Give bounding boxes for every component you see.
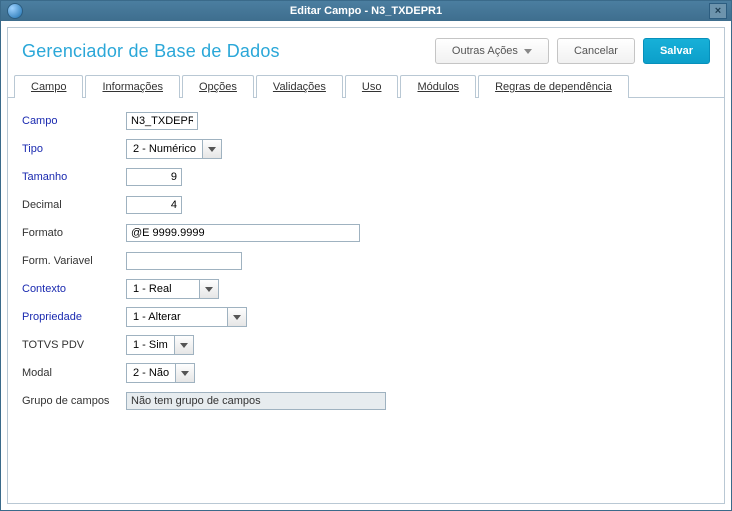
form-area: Campo Tipo 2 - Numérico Tamanho [8, 98, 724, 503]
close-button[interactable]: × [709, 3, 727, 19]
tab-uso[interactable]: Uso [345, 75, 399, 98]
tab-informacoes[interactable]: Informações [85, 75, 180, 98]
cancel-label: Cancelar [574, 45, 618, 57]
chevron-down-icon [199, 280, 218, 298]
save-button[interactable]: Salvar [643, 38, 710, 64]
tab-campo[interactable]: Campo [14, 75, 83, 98]
content-area: Gerenciador de Base de Dados Outras Açõe… [1, 21, 731, 510]
label-propriedade: Propriedade [22, 311, 126, 323]
chevron-down-icon [175, 364, 194, 382]
chevron-down-icon [524, 49, 532, 54]
modal-select[interactable]: 2 - Não [126, 363, 195, 383]
form-variavel-input[interactable] [126, 252, 242, 270]
tipo-select[interactable]: 2 - Numérico [126, 139, 222, 159]
tab-regras[interactable]: Regras de dependência [478, 75, 629, 98]
tipo-value: 2 - Numérico [127, 140, 202, 158]
grupo-input [126, 392, 386, 410]
label-form-variavel: Form. Variavel [22, 255, 126, 267]
cancel-button[interactable]: Cancelar [557, 38, 635, 64]
contexto-value: 1 - Real [127, 280, 199, 298]
formato-input[interactable] [126, 224, 360, 242]
label-tipo: Tipo [22, 143, 126, 155]
chevron-down-icon [227, 308, 246, 326]
label-campo: Campo [22, 115, 126, 127]
dialog-window: Editar Campo - N3_TXDEPR1 × Gerenciador … [0, 0, 732, 511]
tab-validacoes[interactable]: Validações [256, 75, 343, 98]
label-modal: Modal [22, 367, 126, 379]
label-decimal: Decimal [22, 199, 126, 211]
window-title: Editar Campo - N3_TXDEPR1 [1, 5, 731, 17]
label-totvs-pdv: TOTVS PDV [22, 339, 126, 351]
header-actions: Outras Ações Cancelar Salvar [435, 38, 710, 64]
tab-modulos[interactable]: Módulos [400, 75, 476, 98]
modal-value: 2 - Não [127, 364, 175, 382]
contexto-select[interactable]: 1 - Real [126, 279, 219, 299]
page-title: Gerenciador de Base de Dados [22, 41, 280, 62]
totvs-pdv-select[interactable]: 1 - Sim [126, 335, 194, 355]
header-row: Gerenciador de Base de Dados Outras Açõe… [8, 28, 724, 74]
propriedade-value: 1 - Alterar [127, 308, 227, 326]
label-tamanho: Tamanho [22, 171, 126, 183]
campo-input[interactable] [126, 112, 198, 130]
totvs-pdv-value: 1 - Sim [127, 336, 174, 354]
other-actions-label: Outras Ações [452, 45, 518, 57]
chevron-down-icon [174, 336, 193, 354]
tab-opcoes[interactable]: Opções [182, 75, 254, 98]
main-panel: Gerenciador de Base de Dados Outras Açõe… [7, 27, 725, 504]
decimal-input[interactable] [126, 196, 182, 214]
chevron-down-icon [202, 140, 221, 158]
other-actions-button[interactable]: Outras Ações [435, 38, 549, 64]
label-formato: Formato [22, 227, 126, 239]
label-contexto: Contexto [22, 283, 126, 295]
label-grupo: Grupo de campos [22, 395, 126, 407]
tamanho-input[interactable] [126, 168, 182, 186]
propriedade-select[interactable]: 1 - Alterar [126, 307, 247, 327]
tabs-bar: Campo Informações Opções Validações Uso … [8, 74, 724, 98]
title-bar: Editar Campo - N3_TXDEPR1 × [1, 1, 731, 21]
save-label: Salvar [660, 45, 693, 57]
